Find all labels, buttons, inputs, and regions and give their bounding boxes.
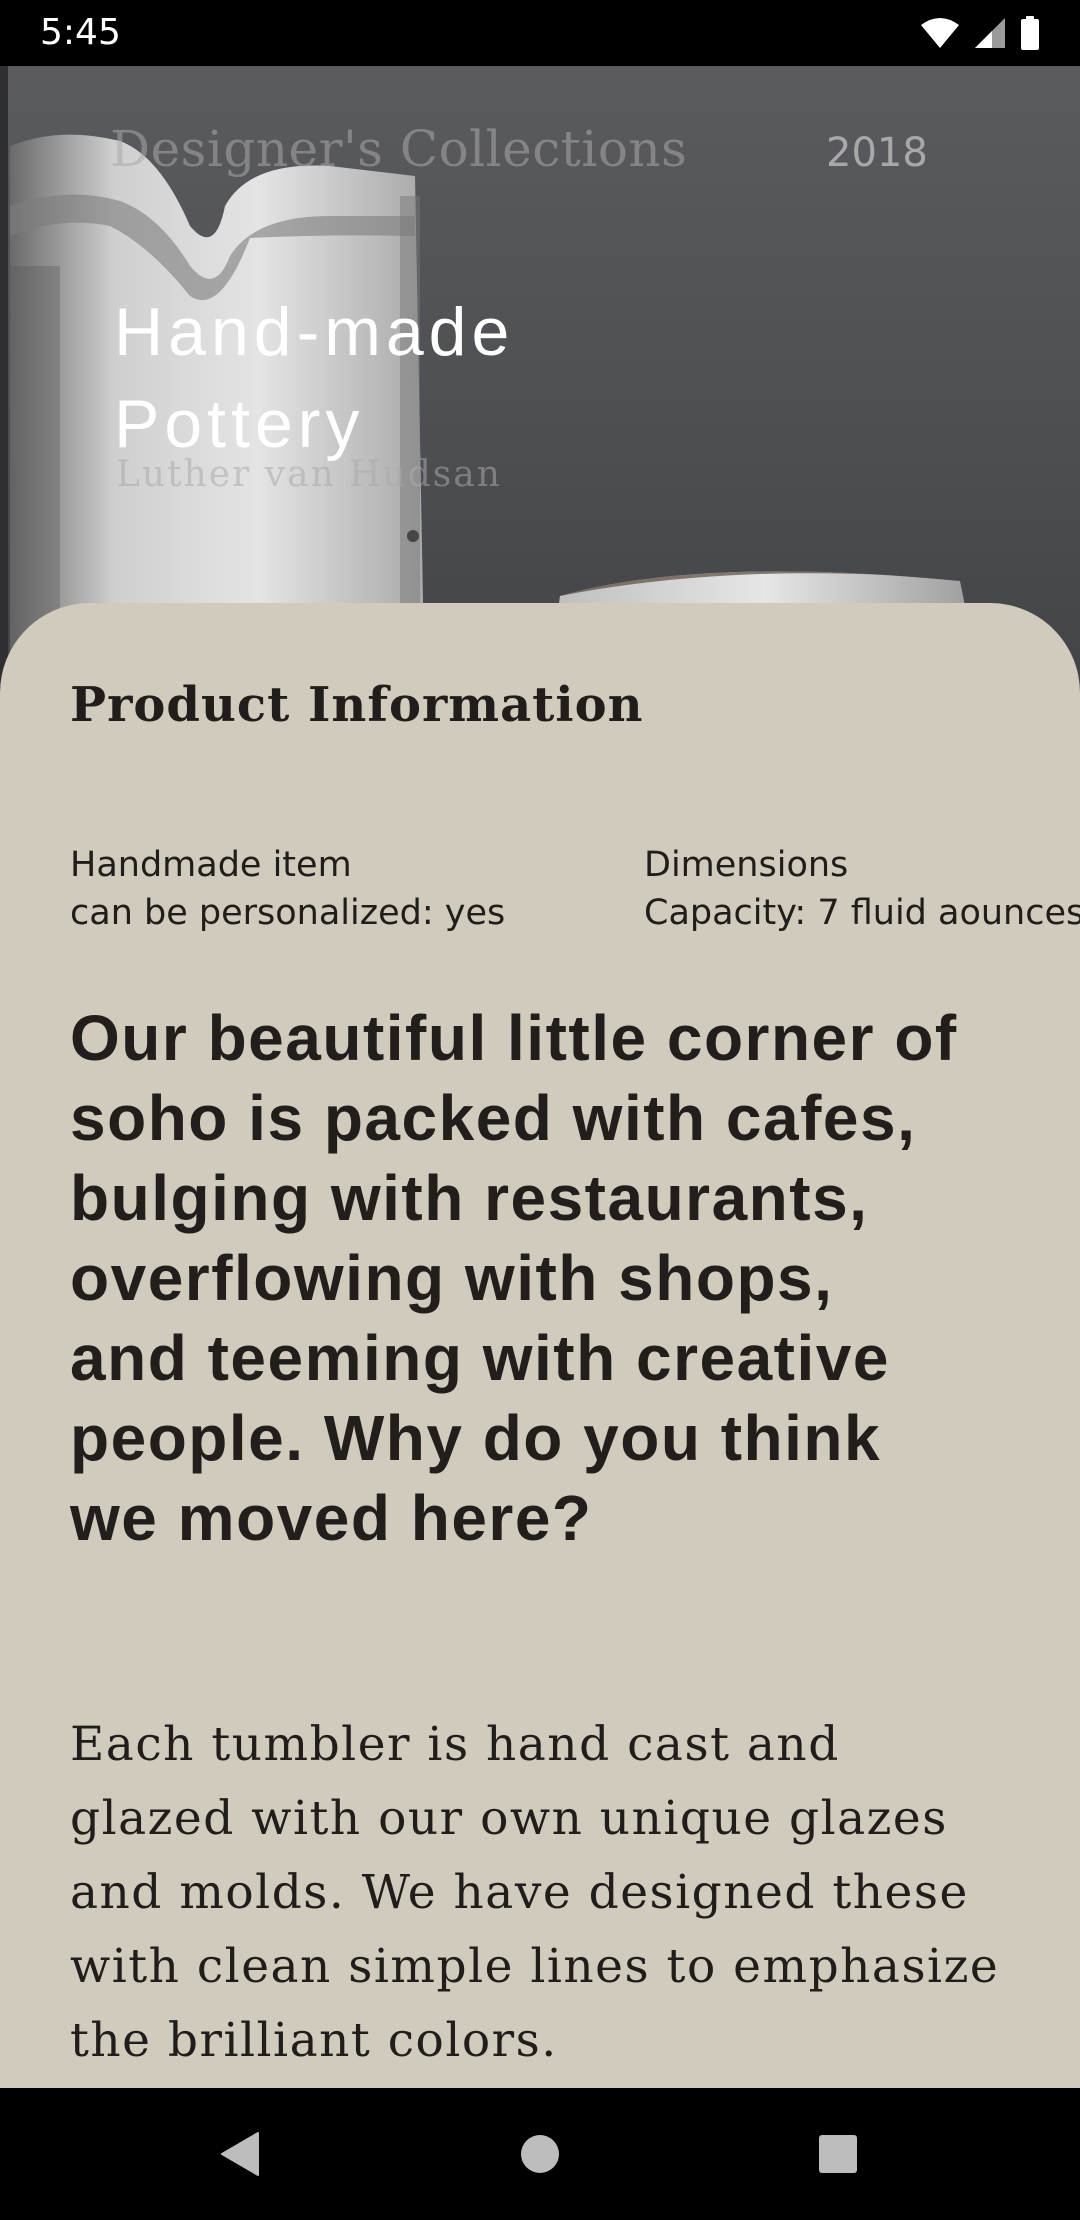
home-icon <box>521 2135 559 2173</box>
capacity-label: Capacity: 7 fluid aounces <box>644 893 1080 933</box>
product-info-sheet[interactable]: Product Information Handmade item can be… <box>0 603 1080 2088</box>
battery-icon <box>1020 16 1040 50</box>
personalized-label: can be personalized: yes <box>70 893 506 933</box>
brand-name: Designer's Collections <box>110 120 688 178</box>
collection-year: 2018 <box>826 130 928 176</box>
home-button[interactable] <box>508 2122 572 2186</box>
handmade-label: Handmade item <box>70 845 352 885</box>
designer-name: Luther van Hudsan <box>116 454 502 495</box>
recents-icon <box>819 2135 857 2173</box>
back-button[interactable] <box>208 2122 272 2186</box>
back-icon <box>221 2132 259 2176</box>
recents-button[interactable] <box>806 2122 870 2186</box>
details-left: Handmade item can be personalized: yes <box>70 841 630 937</box>
details-right: Dimensions Capacity: 7 fluid aounces <box>644 841 1080 937</box>
product-title: Hand-made Pottery <box>114 294 515 462</box>
navigation-bar <box>0 2088 1080 2220</box>
status-icons <box>920 16 1040 50</box>
section-title: Product Information <box>70 677 644 733</box>
dimensions-label: Dimensions <box>644 845 849 885</box>
status-time: 5:45 <box>40 12 121 53</box>
description-text: Each tumbler is hand cast and glazed wit… <box>70 1717 1000 2068</box>
signal-icon <box>974 17 1006 49</box>
status-bar: 5:45 <box>0 0 1080 66</box>
headline-text: Our beautiful little corner of soho is p… <box>70 1002 958 1554</box>
app-screen: 5:45 Designer's Collections 2018 Hand-ma… <box>0 0 1080 2220</box>
wifi-icon <box>920 17 960 49</box>
